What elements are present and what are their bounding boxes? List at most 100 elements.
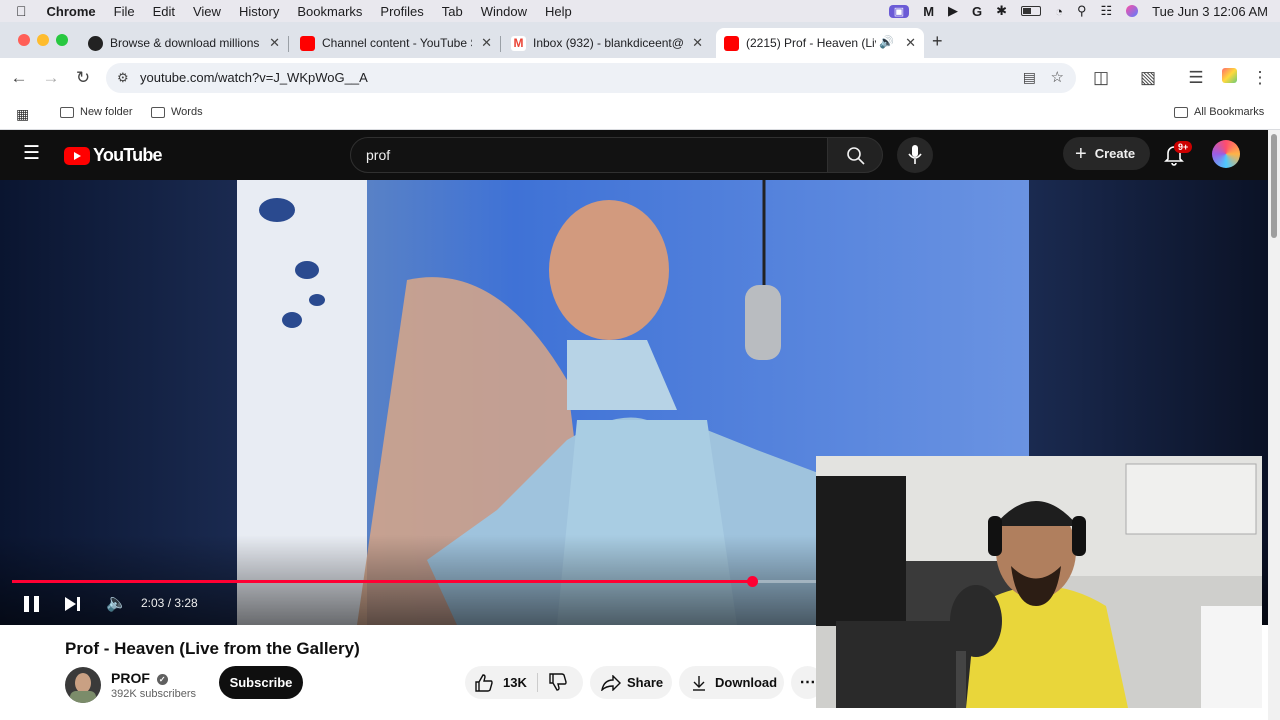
youtube-logo[interactable]: YouTube bbox=[64, 145, 163, 166]
notifications-button[interactable]: 9+ bbox=[1164, 141, 1193, 168]
bookmark-label: New folder bbox=[80, 106, 133, 118]
share-icon bbox=[601, 674, 621, 691]
page-scrollbar[interactable] bbox=[1268, 130, 1280, 720]
time-display: 2:03 / 3:28 bbox=[141, 596, 198, 610]
menu-tab[interactable]: Tab bbox=[442, 4, 463, 19]
menubar-app-name[interactable]: Chrome bbox=[47, 4, 96, 19]
channel-name[interactable]: PROF ✓ bbox=[111, 670, 168, 686]
menu-window[interactable]: Window bbox=[481, 4, 527, 19]
apps-grid-icon[interactable]: ▦ bbox=[16, 106, 29, 123]
screen-record-icon[interactable]: ▣ bbox=[888, 4, 910, 18]
menu-bookmarks[interactable]: Bookmarks bbox=[297, 4, 362, 19]
apple-icon[interactable]:  bbox=[16, 3, 27, 19]
menu-history[interactable]: History bbox=[239, 4, 279, 19]
siri-icon[interactable] bbox=[1126, 5, 1139, 17]
install-app-icon[interactable]: ▤ bbox=[1023, 69, 1036, 86]
microphone-icon bbox=[908, 145, 922, 164]
tab-gmail[interactable]: M Inbox (932) - blankdiceent@g ✕ bbox=[511, 28, 711, 58]
menu-profiles[interactable]: Profiles bbox=[380, 4, 423, 19]
bookmarks-bar: ▦ New folder Words All Bookmarks bbox=[0, 98, 1280, 130]
close-tab-icon[interactable]: ✕ bbox=[905, 35, 916, 51]
site-info-icon[interactable]: ⚙ bbox=[117, 70, 129, 86]
grammarly-icon[interactable]: G bbox=[972, 4, 982, 19]
menu-edit[interactable]: Edit bbox=[153, 4, 175, 19]
close-tab-icon[interactable]: ✕ bbox=[481, 35, 492, 51]
bookmark-words[interactable]: Words bbox=[151, 106, 203, 118]
menu-help[interactable]: Help bbox=[545, 4, 572, 19]
tab-youtube-studio[interactable]: Channel content - YouTube St ✕ bbox=[300, 28, 501, 58]
back-icon[interactable]: ← bbox=[9, 68, 29, 88]
new-tab-button[interactable]: + bbox=[932, 31, 943, 52]
tab-youtube-active[interactable]: (2215) Prof - Heaven (Live 🔊 ✕ bbox=[716, 28, 924, 58]
url-text[interactable]: youtube.com/watch?v=J_WKpWoG__A bbox=[140, 70, 368, 85]
close-tab-icon[interactable]: ✕ bbox=[269, 35, 280, 51]
tab-audio-icon[interactable]: 🔊 bbox=[879, 35, 894, 49]
envato-icon bbox=[88, 36, 103, 51]
voice-search-button[interactable] bbox=[897, 137, 933, 173]
battery-icon[interactable] bbox=[1021, 6, 1042, 16]
menubar-clock[interactable]: Tue Jun 3 12:06 AM bbox=[1152, 4, 1268, 19]
browser-tab-strip: Browse & download millions o ✕ Channel c… bbox=[0, 22, 1280, 58]
tab-title: Channel content - YouTube St bbox=[322, 36, 472, 50]
download-button[interactable]: Download bbox=[679, 666, 784, 699]
bluetooth-icon[interactable]: ✱ bbox=[996, 3, 1007, 19]
subscriber-count: 392K subscribers bbox=[111, 688, 196, 700]
play-status-icon[interactable]: ▶ bbox=[948, 3, 958, 19]
browser-toolbar: ← → ↻ ⚙ youtube.com/watch?v=J_WKpWoG__A … bbox=[0, 58, 1280, 98]
all-bookmarks[interactable]: All Bookmarks bbox=[1174, 106, 1264, 118]
video-title: Prof - Heaven (Live from the Gallery) bbox=[65, 639, 360, 658]
download-icon bbox=[693, 675, 705, 691]
scrollbar-thumb[interactable] bbox=[1271, 134, 1277, 238]
tab-divider bbox=[500, 36, 501, 52]
verified-icon: ✓ bbox=[156, 674, 168, 685]
thumbs-up-icon bbox=[475, 673, 493, 692]
close-tab-icon[interactable]: ✕ bbox=[692, 35, 703, 51]
account-avatar[interactable] bbox=[1212, 140, 1240, 168]
next-video-icon[interactable] bbox=[65, 596, 81, 612]
m-app-icon[interactable]: M bbox=[923, 4, 934, 19]
tab-search-icon[interactable]: ▧ bbox=[1138, 68, 1158, 88]
notification-badge: 9+ bbox=[1174, 141, 1193, 153]
extensions-icon[interactable]: ◫ bbox=[1091, 68, 1111, 88]
search-button[interactable] bbox=[827, 137, 883, 173]
window-minimize-button[interactable] bbox=[37, 34, 49, 46]
youtube-icon bbox=[724, 36, 739, 51]
subscribe-button[interactable]: Subscribe bbox=[219, 666, 303, 699]
like-divider bbox=[537, 673, 538, 692]
youtube-studio-icon bbox=[300, 36, 315, 51]
like-count: 13K bbox=[503, 675, 527, 690]
pause-icon[interactable] bbox=[24, 596, 40, 612]
forward-icon[interactable]: → bbox=[41, 68, 61, 88]
progress-bar[interactable] bbox=[12, 576, 816, 587]
spotlight-search-icon[interactable]: ⚲ bbox=[1077, 3, 1087, 19]
thumbs-down-icon bbox=[549, 673, 567, 691]
media-controls-icon[interactable]: ☰ bbox=[1186, 68, 1206, 88]
menu-file[interactable]: File bbox=[114, 4, 135, 19]
search-input[interactable] bbox=[350, 137, 828, 173]
kebab-menu-icon[interactable]: ⋮ bbox=[1250, 68, 1270, 88]
folder-icon bbox=[60, 106, 74, 118]
dislike-button[interactable] bbox=[549, 673, 567, 694]
wifi-icon[interactable]: ◔ bbox=[1055, 4, 1063, 19]
channel-avatar[interactable] bbox=[65, 667, 101, 703]
window-zoom-button[interactable] bbox=[56, 34, 68, 46]
scrubber-handle[interactable] bbox=[747, 576, 758, 587]
hamburger-menu-icon[interactable]: ☰ bbox=[23, 144, 40, 163]
address-bar[interactable]: ⚙ youtube.com/watch?v=J_WKpWoG__A ▤ ☆ bbox=[106, 63, 1076, 93]
download-label: Download bbox=[715, 675, 778, 690]
youtube-play-logo-icon bbox=[64, 146, 90, 165]
youtube-masthead: ☰ YouTube + Create 9+ bbox=[0, 130, 1268, 180]
like-button[interactable]: 13K bbox=[475, 666, 527, 699]
control-center-icon[interactable]: ☷ bbox=[1100, 3, 1112, 19]
tab-envato[interactable]: Browse & download millions o ✕ bbox=[88, 28, 289, 58]
menu-view[interactable]: View bbox=[193, 4, 221, 19]
window-close-button[interactable] bbox=[18, 34, 30, 46]
more-horizontal-icon: ⋯ bbox=[799, 674, 816, 691]
share-button[interactable]: Share bbox=[590, 666, 672, 699]
bookmark-star-icon[interactable]: ☆ bbox=[1051, 68, 1064, 86]
volume-icon[interactable]: 🔈 bbox=[106, 593, 127, 613]
reload-icon[interactable]: ↻ bbox=[73, 68, 93, 88]
profile-extension-icon[interactable] bbox=[1219, 68, 1239, 88]
create-button[interactable]: + Create bbox=[1063, 137, 1150, 170]
bookmark-new-folder[interactable]: New folder bbox=[60, 106, 133, 118]
